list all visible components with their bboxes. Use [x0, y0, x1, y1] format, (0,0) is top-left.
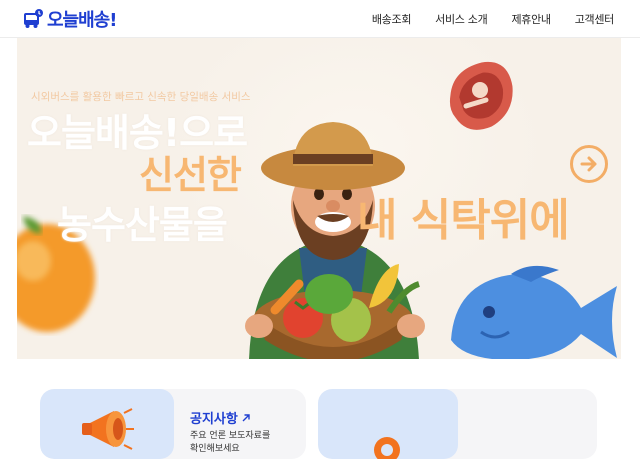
hero-headline-2: 신선한 — [139, 153, 242, 197]
logo[interactable]: 오늘배송! — [22, 6, 117, 32]
nav-partnership[interactable]: 제휴안내 — [511, 11, 551, 27]
megaphone-icon — [82, 408, 134, 450]
notice-desc-line-2: 확인해보세요 — [190, 444, 240, 454]
nav-customer-center[interactable]: 고객센터 — [575, 11, 615, 27]
external-link-arrow-icon — [242, 413, 250, 421]
notice-title-text: 공지사항 — [190, 412, 238, 427]
notice-card-description: 주요 언론 보도자료를 확인해보세요 — [190, 430, 290, 456]
arrow-right-icon — [580, 156, 597, 172]
hero-next-button[interactable] — [570, 145, 608, 183]
hero-banner: 시외버스를 활용한 빠르고 신속한 당일배송 서비스 오늘배송!으로 농수산물을 — [17, 38, 621, 359]
notice-card-title[interactable]: 공지사항 — [190, 408, 251, 427]
secondary-card[interactable] — [318, 389, 597, 459]
orange-object-icon — [374, 437, 400, 459]
hero-headline-3: 농수산물을 — [57, 203, 228, 247]
nav-service-intro[interactable]: 서비스 소개 — [435, 11, 488, 27]
notice-desc-line-1: 주요 언론 보도자료를 — [190, 431, 271, 441]
bus-logo-icon — [24, 9, 43, 28]
notice-card[interactable]: 공지사항 주요 언론 보도자료를 확인해보세요 — [40, 389, 306, 459]
fish-image — [451, 265, 617, 359]
secondary-card-image — [318, 389, 458, 459]
steak-image — [449, 61, 513, 130]
notice-card-image — [40, 389, 174, 459]
nav-tracking[interactable]: 배송조회 — [372, 11, 412, 27]
logo-text: 오늘배송! — [47, 10, 117, 31]
site-header: 오늘배송! 배송조회 서비스 소개 제휴안내 고객센터 — [0, 0, 640, 38]
hero-headline-4: 내 식탁위에 — [357, 195, 570, 246]
main-nav: 배송조회 서비스 소개 제휴안내 고객센터 — [372, 0, 614, 38]
